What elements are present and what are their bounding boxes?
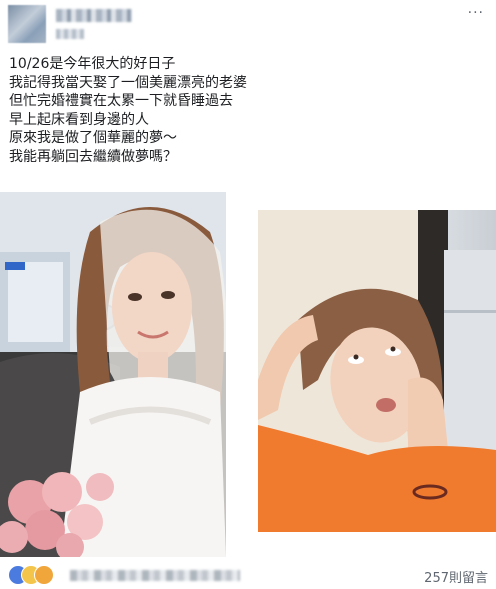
- post-header: ···: [8, 5, 488, 45]
- woman-photo[interactable]: [258, 210, 496, 532]
- post-line: 我能再躺回去繼續做夢嗎？: [9, 148, 177, 165]
- post-line: 早上起床看到身邊的人: [9, 111, 149, 128]
- post-line: 但忙完婚禮實在太累一下就昏睡過去: [9, 93, 233, 110]
- post-line: 10/26是今年很大的好日子: [9, 56, 176, 72]
- post-line: 我記得我當天娶了一個美麗漂亮的老婆: [9, 74, 247, 91]
- comment-count[interactable]: 257則留言: [424, 567, 488, 586]
- wow-reaction-icon: [34, 565, 54, 585]
- bride-photo-illustration: [0, 192, 226, 557]
- woman-photo-illustration: [258, 210, 496, 532]
- post-footer: 257則留言: [0, 562, 496, 589]
- reaction-summary[interactable]: [8, 565, 68, 585]
- author-name-blurred[interactable]: [56, 9, 132, 22]
- more-options-icon[interactable]: ···: [468, 5, 484, 21]
- post-text: 10/26是今年很大的好日子 我記得我當天娶了一個美麗漂亮的老婆 但忙完婚禮實在…: [9, 55, 479, 167]
- post-meta-blurred: [56, 29, 84, 39]
- reactors-names-blurred[interactable]: [70, 570, 240, 581]
- author-avatar[interactable]: [8, 5, 46, 43]
- post-line: 原來我是做了個華麗的夢～: [9, 130, 177, 147]
- bride-photo[interactable]: [0, 192, 226, 557]
